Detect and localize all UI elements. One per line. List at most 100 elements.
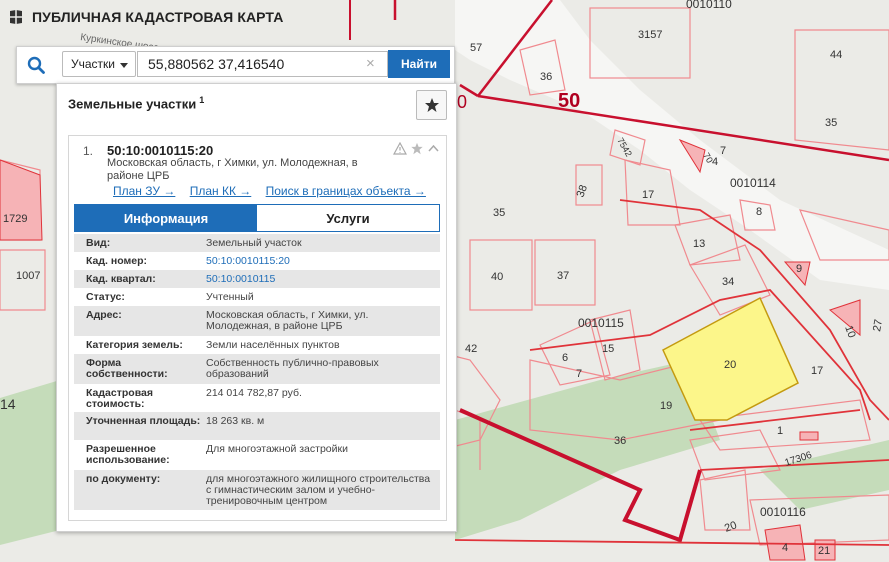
search-type-value: Участки [71,57,115,71]
info-key: по документу: [86,473,161,485]
parcel-label: 34 [722,276,734,288]
parcel-label: 36 [614,435,626,447]
info-value: Земельный участок [206,237,302,249]
parcel-label: 37 [557,270,569,282]
info-value: для многоэтажного жилищного строительств… [206,473,431,507]
parcel-label: 17 [811,365,823,377]
parcel-label: 40 [491,271,503,283]
parcel-label: 27 [871,318,885,332]
info-key: Разрешенное использование: [86,443,170,466]
tab-services[interactable]: Услуги [257,205,439,231]
parcel-label: 19 [660,400,672,412]
quarter-label: 0010116 [760,505,806,519]
district-label: 0 [457,92,467,112]
district-label: 50 [558,90,580,112]
result-count: 1 [199,95,205,105]
clear-icon[interactable]: × [366,56,375,72]
info-row: Разрешенное использование: Для многоэтаж… [74,440,440,470]
parcel-label: 7 [576,368,582,380]
parcel-label: 35 [825,117,837,129]
quarter-label: 0010110 [686,0,732,11]
info-value: Московская область, г Химки, ул. Молодеж… [206,309,369,332]
search-bar: Участки × Найти [16,46,455,84]
parcel-label: 35 [493,207,505,219]
result-index: 1. [83,144,94,158]
info-row: Кад. квартал: 50:10:0010115 [74,270,440,288]
info-key: Адрес: [86,309,122,321]
parcel-label: 7 [720,145,726,157]
info-key: Кадастровая стоимость: [86,387,153,410]
chevron-up-icon[interactable] [427,142,440,155]
app-header: ПУБЛИЧНАЯ КАДАСТРОВАЯ КАРТА [8,6,283,28]
info-row: по документу: для многоэтажного жилищног… [74,470,440,510]
info-key: Уточненная площадь: [86,415,201,427]
parcel-label: 1007 [16,270,40,282]
result-address: Московская область, г Химки, ул. Молодеж… [107,157,358,182]
info-key: Статус: [86,291,125,303]
tab-information[interactable]: Информация [75,205,257,231]
parcel-label: 4 [712,156,718,168]
warning-icon[interactable] [393,142,407,155]
plan-zu-link[interactable]: План ЗУ → [113,184,175,198]
info-value-link[interactable]: 50:10:0010115:20 [206,256,436,267]
info-row: Статус: Учтенный [74,288,440,306]
search-button[interactable]: Найти [388,50,450,78]
info-value: Собственность публично-правовых образова… [206,357,379,380]
info-row: Вид: Земельный участок [74,234,440,252]
parcel-label: 14 [0,396,16,412]
parcel-label: 17 [642,189,654,201]
info-key: Кад. квартал: [86,273,156,285]
info-row: Категория земель: Земли населённых пункт… [74,336,440,354]
search-type-select[interactable]: Участки [62,51,136,77]
search-in-bounds-link[interactable]: Поиск в границах объекта → [266,184,426,198]
parcel-label: 57 [470,42,482,54]
star-outline-icon[interactable] [410,142,424,155]
result-cad-number[interactable]: 50:10:0010115:20 [107,143,213,158]
info-row: Форма собственности: Собственность публи… [74,354,440,384]
parcel-label: 1729 [3,213,27,225]
parcel-label: 42 [465,343,477,355]
favorite-button[interactable] [416,90,447,120]
search-input[interactable] [137,51,388,77]
info-value: Для многоэтажной застройки [206,443,348,455]
info-value: 214 014 782,87 руб. [206,387,302,399]
results-panel: Земельные участки 1 1. 50:10:0010115:20 М… [56,83,457,532]
parcel-label: 6 [562,352,568,364]
info-key: Категория земель: [86,339,183,351]
parcel-label: 13 [693,238,705,250]
result-tabs: Информация Услуги [74,204,440,232]
info-value: Учтенный [206,291,254,303]
info-value: 18 263 кв. м [206,415,265,427]
parcel-label: 44 [830,49,842,61]
info-row: Кад. номер: 50:10:0010115:20 [74,252,440,270]
plan-kk-link[interactable]: План КК → [190,184,252,198]
info-key: Вид: [86,237,111,249]
info-value: Земли населённых пунктов [206,339,340,351]
app-title: ПУБЛИЧНАЯ КАДАСТРОВАЯ КАРТА [32,9,284,25]
map-logo-icon [10,10,22,24]
parcel-label: 36 [540,71,552,83]
quarter-label: 0010114 [730,176,776,190]
info-row: Кадастровая стоимость: 214 014 782,87 ру… [74,384,440,412]
parcel-label: 21 [818,545,830,557]
info-key: Кад. номер: [86,255,148,267]
panel-title: Земельные участки 1 [68,95,204,111]
quarter-label: 0010115 [578,316,624,330]
card-actions [393,142,440,155]
parcel-label: 4 [782,542,788,554]
info-row: Уточненная площадь: 18 263 кв. м [74,412,440,440]
star-icon [424,98,439,112]
result-card: 1. 50:10:0010115:20 Московская область, … [68,135,447,521]
parcel-label: 20 [724,359,736,371]
info-row: Адрес: Московская область, г Химки, ул. … [74,306,440,336]
parcel-label: 15 [602,343,614,355]
info-value-link[interactable]: 50:10:0010115 [206,274,436,285]
info-key: Форма собственности: [86,357,168,380]
parcel-label: 9 [796,263,802,275]
caret-down-icon [120,63,128,68]
search-icon[interactable] [17,47,55,83]
parcel-label: 3157 [638,29,662,41]
parcel-label: 8 [756,206,762,218]
card-links: План ЗУ → План КК → Поиск в границах объ… [113,184,437,198]
parcel-label: 1 [777,425,783,437]
